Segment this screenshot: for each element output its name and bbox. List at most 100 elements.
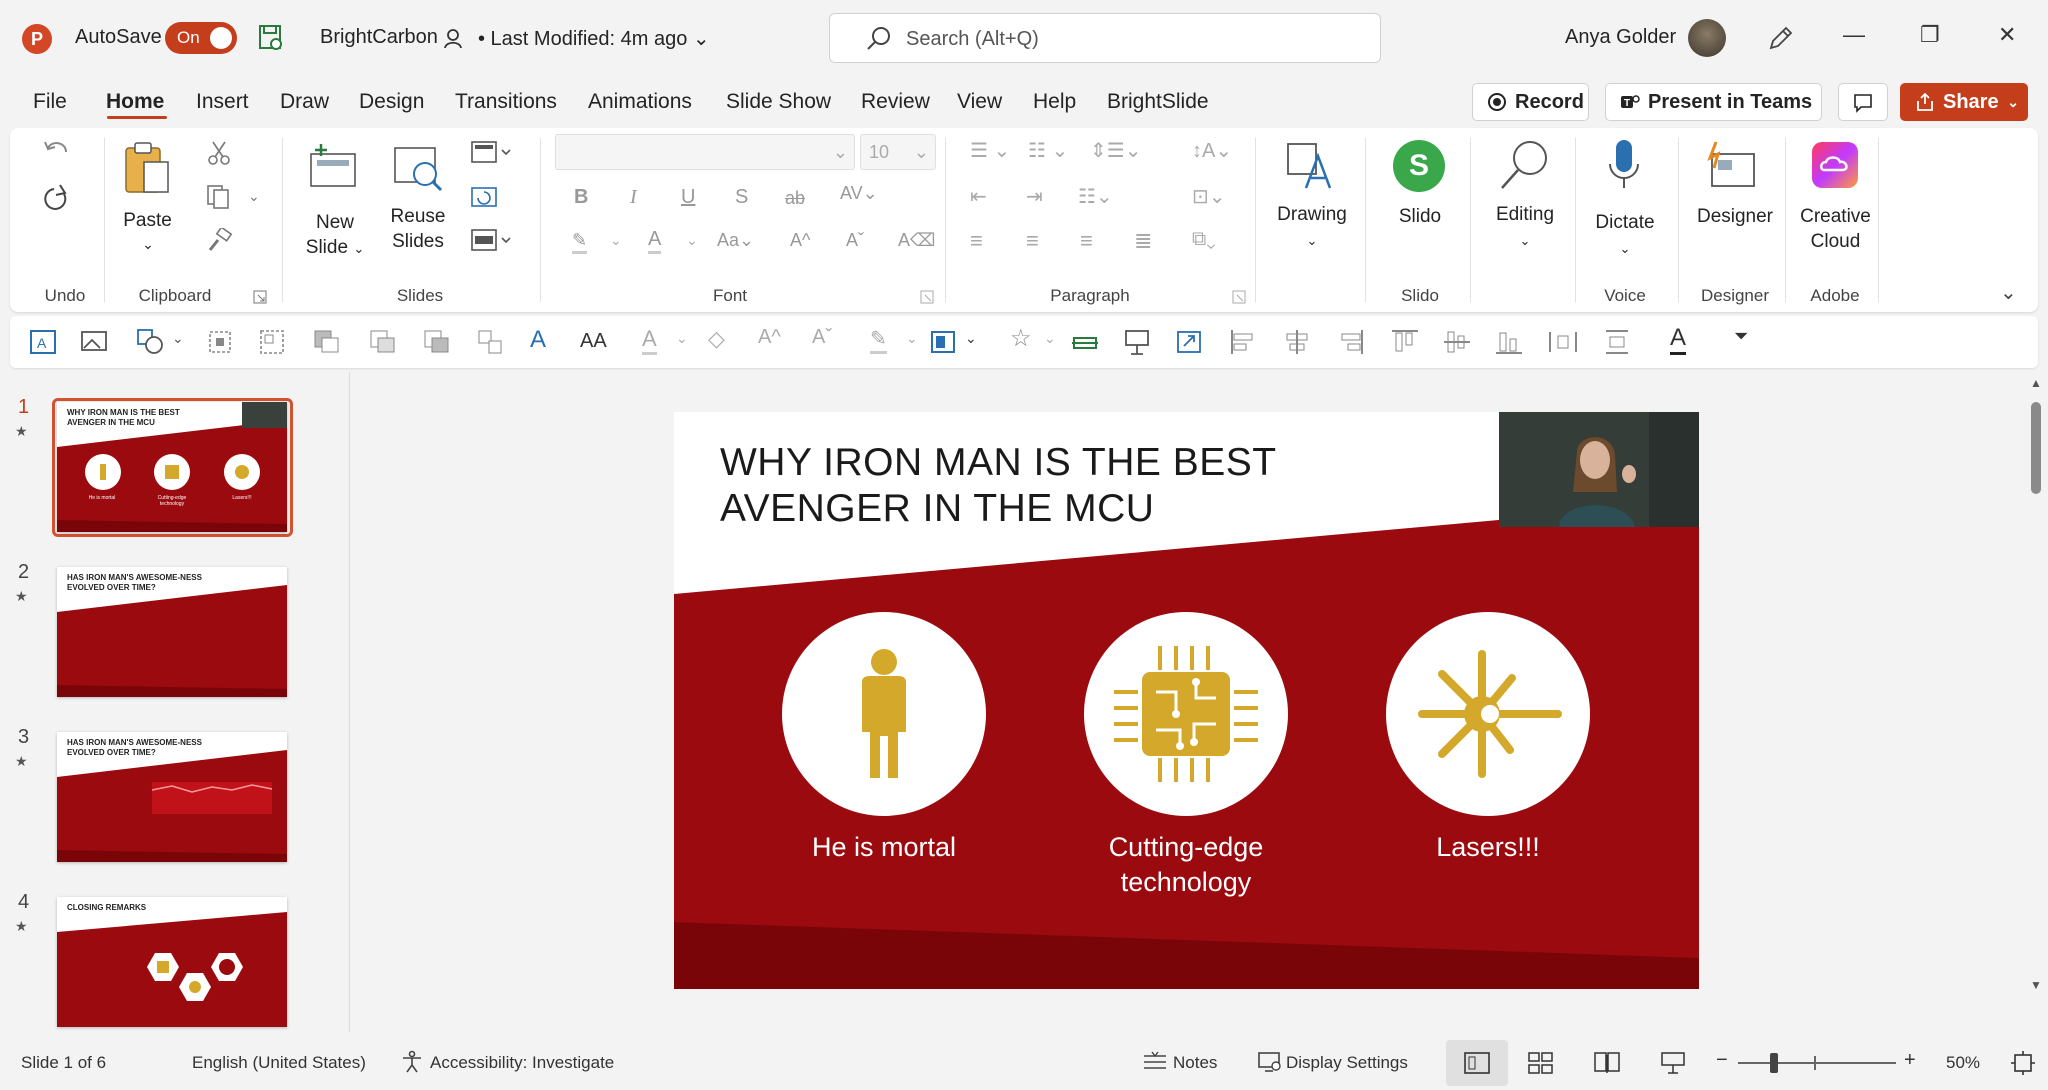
present-in-teams-button[interactable]: T Present in Teams [1605, 83, 1822, 121]
scrollbar-thumb[interactable] [2031, 402, 2041, 494]
zoom-in-button[interactable]: + [1904, 1049, 1916, 1072]
notes-button[interactable]: Notes [1173, 1053, 1217, 1073]
chevron-down-icon[interactable]: ⌄ [2007, 84, 2019, 120]
bullets-icon[interactable]: ☰ ⌄ [970, 138, 1010, 163]
chevron-down-icon[interactable]: ⌄ [248, 188, 260, 205]
font-color-icon[interactable]: A [648, 228, 662, 254]
lasers-circle[interactable] [1386, 612, 1590, 816]
display-settings-button[interactable]: Display Settings [1286, 1053, 1408, 1073]
text-color-icon[interactable]: A [1670, 324, 1687, 355]
close-button[interactable]: ✕ [1998, 22, 2016, 48]
resize-icon[interactable] [1174, 328, 1204, 356]
cut-icon[interactable] [206, 140, 232, 166]
underline-icon[interactable]: U [681, 186, 695, 209]
slide-thumbnail-4[interactable]: CLOSING REMARKS [57, 897, 287, 1027]
creative-cloud-icon[interactable] [1812, 142, 1858, 188]
tab-help[interactable]: Help [1033, 90, 1076, 114]
editing-search-icon[interactable] [1498, 138, 1552, 194]
technology-circle[interactable] [1084, 612, 1288, 816]
microphone-icon[interactable] [1604, 138, 1644, 198]
align-left-icon[interactable]: ≡ [970, 228, 983, 254]
normal-view-button[interactable] [1446, 1040, 1508, 1086]
send-to-back-icon[interactable] [476, 328, 506, 356]
tab-review[interactable]: Review [861, 90, 930, 114]
numbering-icon[interactable]: ☷ ⌄ [1028, 138, 1068, 163]
accessibility-status[interactable]: Accessibility: Investigate [430, 1053, 614, 1073]
user-name[interactable]: Anya Golder [1565, 26, 1676, 49]
zoom-out-button[interactable]: − [1716, 1049, 1728, 1072]
tab-design[interactable]: Design [359, 90, 424, 114]
designer-icon[interactable] [1702, 140, 1760, 194]
shrink-font-icon[interactable]: Aˇ [812, 326, 832, 349]
presenter-icon[interactable] [1122, 328, 1152, 356]
convert-smartart-icon[interactable]: ⧉⌄ [1192, 228, 1216, 251]
align-right-objects-icon[interactable] [1336, 328, 1366, 356]
selection-pane-icon[interactable] [206, 328, 236, 356]
caption-lasers[interactable]: Lasers!!! [1358, 830, 1618, 865]
caption-technology[interactable]: Cutting-edge technology [1056, 830, 1316, 900]
bold-icon[interactable]: B [574, 186, 588, 209]
decrease-indent-icon[interactable]: ⇤ [970, 184, 987, 209]
chevron-down-icon[interactable]: ⌄ [610, 232, 622, 249]
text-box-icon[interactable]: A [28, 328, 58, 356]
autosave-toggle[interactable]: On [165, 22, 237, 54]
zoom-slider[interactable] [1738, 1062, 1896, 1064]
tab-file[interactable]: File [33, 90, 67, 114]
undo-icon[interactable] [42, 138, 72, 164]
slide-thumbnail-1[interactable]: WHY IRON MAN IS THE BEST AVENGER IN THE … [57, 402, 287, 532]
dialog-launcher-icon[interactable] [920, 290, 934, 304]
section-icon[interactable] [470, 228, 514, 254]
collapse-ribbon-icon[interactable]: ⌄ [2000, 280, 2017, 305]
chevron-down-icon[interactable]: ⌄ [686, 232, 698, 249]
slido-icon[interactable]: S [1393, 140, 1445, 192]
text-direction-icon[interactable]: ↕A⌄ [1192, 138, 1232, 163]
redo-icon[interactable] [42, 184, 72, 214]
chevron-down-icon[interactable]: ⌄ [906, 330, 918, 347]
tab-animations[interactable]: Animations [588, 90, 692, 114]
align-text-icon[interactable]: ⊡⌄ [1192, 184, 1226, 209]
font-family-dropdown[interactable]: ⌄ [555, 134, 855, 170]
align-top-objects-icon[interactable] [1390, 328, 1420, 356]
layout-icon[interactable] [470, 140, 514, 166]
chevron-down-icon[interactable]: ⌄ [140, 232, 156, 257]
share-button[interactable]: Share ⌄ [1900, 83, 2028, 121]
slide-thumbnail-3[interactable]: HAS IRON MAN'S AWESOME-NESS EVOLVED OVER… [57, 732, 287, 862]
tab-slide-show[interactable]: Slide Show [726, 90, 831, 114]
highlight-icon[interactable]: ✎ [572, 230, 588, 254]
slide-title[interactable]: WHY IRON MAN IS THE BEST AVENGER IN THE … [720, 440, 1280, 532]
save-icon[interactable] [258, 24, 284, 52]
chevron-down-icon[interactable]: ⌄ [676, 330, 688, 347]
avatar[interactable] [1688, 19, 1726, 57]
distribute-horizontal-icon[interactable] [1548, 328, 1578, 356]
character-spacing-icon[interactable]: AV⌄ [840, 183, 878, 204]
change-case-icon[interactable]: Aa⌄ [717, 230, 754, 251]
text-effects-icon[interactable]: A [530, 326, 546, 354]
document-name[interactable]: BrightCarbon [320, 26, 438, 49]
zoom-level[interactable]: 50% [1946, 1053, 1980, 1073]
align-center-objects-icon[interactable] [1282, 328, 1312, 356]
last-modified[interactable]: • Last Modified: 4m ago ⌄ [478, 26, 710, 51]
picture-icon[interactable] [80, 328, 110, 356]
reading-view-icon[interactable] [1594, 1051, 1620, 1075]
scroll-down-icon[interactable]: ▼ [2030, 978, 2042, 992]
record-button[interactable]: Record [1472, 83, 1589, 121]
pen-icon[interactable] [1767, 24, 1795, 52]
zoom-slider-thumb[interactable] [1770, 1053, 1778, 1073]
slide-sorter-icon[interactable] [1528, 1051, 1554, 1075]
clear-formatting-icon[interactable]: A⌫ [898, 230, 935, 251]
line-spacing-icon[interactable]: ⇕☰⌄ [1090, 138, 1141, 163]
shapes-icon[interactable] [136, 328, 166, 356]
star-shape-icon[interactable]: ☆ [1010, 324, 1032, 353]
comments-button[interactable] [1838, 83, 1888, 121]
shape-fill-icon[interactable] [928, 328, 958, 356]
decrease-font-icon[interactable]: Aˇ [846, 230, 864, 251]
chevron-down-icon[interactable]: ⌄ [1520, 233, 1531, 248]
tab-draw[interactable]: Draw [280, 90, 329, 114]
webcam-video[interactable] [1499, 412, 1699, 527]
eraser-icon[interactable]: ◇ [708, 326, 725, 352]
slide-show-icon[interactable] [1660, 1051, 1686, 1075]
scroll-up-icon[interactable]: ▲ [2030, 376, 2042, 390]
reuse-slides-icon[interactable] [391, 144, 445, 196]
align-middle-objects-icon[interactable] [1442, 328, 1472, 356]
align-left-objects-icon[interactable] [1228, 328, 1258, 356]
